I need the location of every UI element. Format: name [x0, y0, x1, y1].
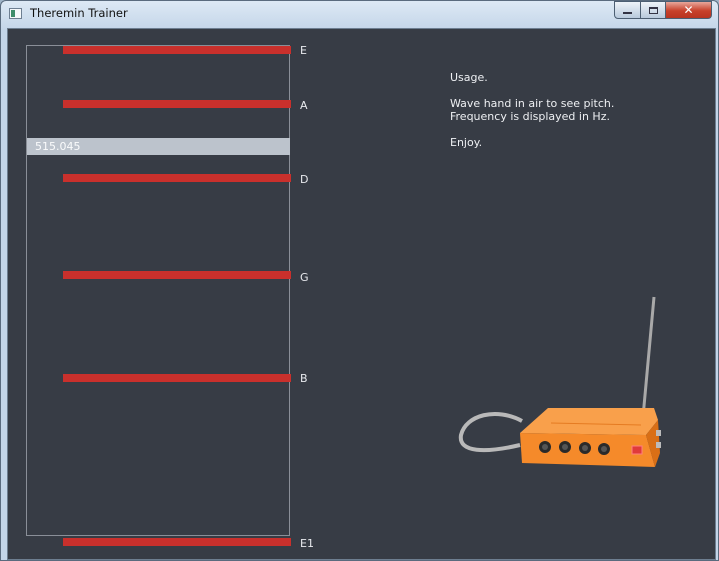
note-label-e: E — [300, 44, 307, 57]
close-icon: ✕ — [683, 3, 694, 17]
maximize-button[interactable] — [641, 1, 666, 19]
usage-line-frequency: Frequency is displayed in Hz. — [450, 110, 610, 123]
frequency-readout: 515.045 — [27, 138, 290, 155]
note-label-a: A — [300, 99, 308, 112]
note-bar-a — [63, 100, 291, 108]
window-title: Theremin Trainer — [30, 6, 128, 20]
app-window: Theremin Trainer ✕ E A 515.045 D G B E1 … — [0, 0, 719, 561]
usage-instructions: Usage. Wave hand in air to see pitch. Fr… — [450, 71, 614, 149]
app-window-icon — [9, 8, 22, 19]
note-label-d: D — [300, 173, 309, 186]
maximize-icon — [648, 6, 658, 14]
note-bar-d — [63, 174, 291, 182]
window-controls: ✕ — [614, 1, 712, 20]
close-button[interactable]: ✕ — [666, 1, 712, 19]
note-bar-e — [63, 46, 291, 54]
note-bar-g — [63, 271, 291, 279]
note-label-g: G — [300, 271, 309, 284]
minimize-icon — [623, 12, 632, 14]
usage-line-pitch: Wave hand in air to see pitch. — [450, 97, 615, 110]
theremin-icon — [458, 296, 661, 467]
note-bar-b — [63, 374, 291, 382]
usage-heading: Usage. — [450, 71, 488, 84]
note-label-e1: E1 — [300, 537, 314, 550]
pitch-staff-frame — [26, 45, 290, 536]
theremin-canvas[interactable]: E A 515.045 D G B E1 Usage. Wave hand in… — [7, 28, 716, 560]
usage-closing: Enjoy. — [450, 136, 483, 149]
minimize-button[interactable] — [614, 1, 641, 19]
title-bar[interactable]: Theremin Trainer ✕ — [1, 1, 718, 27]
note-label-b: B — [300, 372, 308, 385]
note-bar-e1 — [63, 538, 291, 546]
